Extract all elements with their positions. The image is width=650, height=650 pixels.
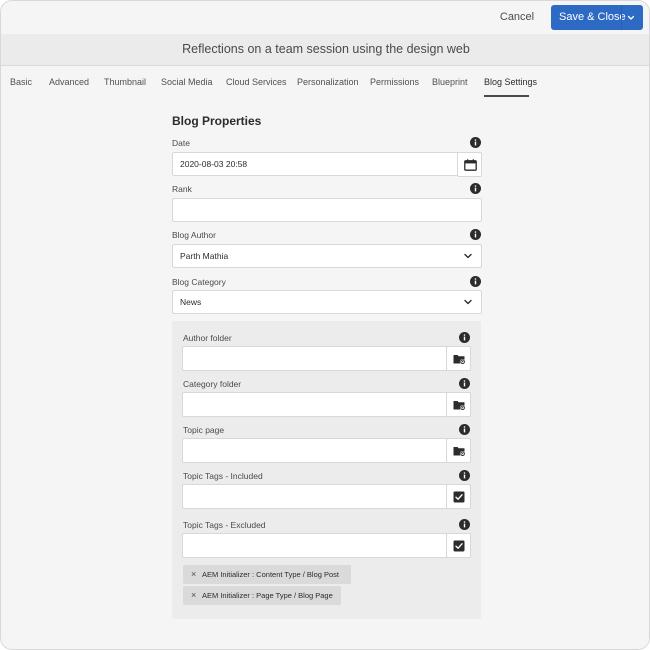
blog-author-select[interactable]: Parth Mathia (172, 244, 482, 268)
folder-picker-icon (453, 355, 466, 365)
button-separator (621, 5, 622, 30)
topic-tags-included-label: Topic Tags - Included (183, 471, 263, 481)
blog-category-select[interactable]: News (172, 290, 482, 314)
tab-basic[interactable]: Basic (10, 77, 32, 87)
tab-thumbnail[interactable]: Thumbnail (104, 77, 146, 87)
cancel-button[interactable]: Cancel (494, 7, 540, 28)
tag-picker-icon (453, 540, 465, 552)
tab-social-media[interactable]: Social Media (161, 77, 213, 87)
topic-tags-included-input[interactable] (182, 484, 471, 509)
date-label: Date (172, 138, 190, 148)
active-tab-indicator (484, 95, 529, 97)
category-folder-input[interactable] (182, 392, 471, 417)
topic-page-input[interactable] (182, 438, 471, 463)
blog-category-label: Blog Category (172, 277, 226, 287)
section-heading: Blog Properties (172, 114, 262, 128)
chevron-down-icon (464, 253, 472, 259)
date-input[interactable]: 2020-08-03 20:58 (172, 152, 482, 177)
info-icon[interactable] (459, 332, 470, 343)
close-icon[interactable]: × (191, 565, 196, 584)
info-icon[interactable] (459, 470, 470, 481)
author-folder-label: Author folder (183, 333, 232, 343)
tab-personalization[interactable]: Personalization (297, 77, 359, 87)
tab-advanced[interactable]: Advanced (49, 77, 89, 87)
info-icon[interactable] (459, 519, 470, 530)
tag-picker-icon (453, 491, 465, 503)
author-folder-input[interactable] (182, 346, 471, 371)
rank-input[interactable] (172, 198, 482, 222)
category-folder-label: Category folder (183, 379, 242, 389)
info-icon[interactable] (470, 183, 481, 194)
topic-page-picker-button[interactable] (446, 438, 471, 463)
page-title: Reflections on a team session using the … (182, 42, 470, 56)
category-folder-picker-button[interactable] (446, 392, 471, 417)
date-value: 2020-08-03 20:58 (180, 159, 248, 169)
tag-chip[interactable]: × AEM Initializer : Page Type / Blog Pag… (183, 586, 341, 605)
action-bar: Cancel Save & Close (1, 1, 649, 34)
info-icon[interactable] (470, 229, 481, 240)
page-properties-window: Cancel Save & Close Reflections on a tea… (0, 0, 650, 650)
rank-label: Rank (172, 184, 192, 194)
folder-picker-icon (453, 401, 466, 411)
topic-page-label: Topic page (183, 425, 225, 435)
save-and-close-button[interactable]: Save & Close (551, 5, 643, 30)
topic-tags-excluded-label: Topic Tags - Excluded (183, 520, 266, 530)
tags-included-picker-button[interactable] (446, 484, 471, 509)
tag-chip-label: AEM Initializer : Page Type / Blog Page (202, 591, 333, 600)
tab-blog-settings[interactable]: Blog Settings (484, 77, 537, 87)
tag-chip-label: AEM Initializer : Content Type / Blog Po… (202, 570, 340, 579)
tab-permissions[interactable]: Permissions (370, 77, 419, 87)
topic-tags-excluded-input[interactable] (182, 533, 471, 558)
close-icon[interactable]: × (191, 586, 196, 605)
tab-cloud-services[interactable]: Cloud Services (226, 77, 287, 87)
blog-category-value: News (180, 297, 202, 307)
chevron-down-icon[interactable] (625, 12, 637, 24)
info-icon[interactable] (459, 424, 470, 435)
blog-author-value: Parth Mathia (180, 251, 229, 261)
tags-excluded-picker-button[interactable] (446, 533, 471, 558)
tab-blueprint[interactable]: Blueprint (432, 77, 468, 87)
blog-author-label: Blog Author (172, 230, 216, 240)
chevron-down-icon (464, 299, 472, 305)
folder-picker-icon (453, 447, 466, 457)
calendar-button[interactable] (457, 152, 482, 177)
info-icon[interactable] (470, 137, 481, 148)
tab-list: Basic Advanced Thumbnail Social Media Cl… (1, 67, 649, 99)
tag-chip[interactable]: × AEM Initializer : Content Type / Blog … (183, 565, 351, 584)
page-title-bar: Reflections on a team session using the … (1, 34, 649, 66)
info-icon[interactable] (470, 276, 481, 287)
author-folder-picker-button[interactable] (446, 346, 471, 371)
calendar-icon (464, 159, 477, 171)
info-icon[interactable] (459, 378, 470, 389)
save-and-close-label: Save & Close (559, 11, 626, 23)
